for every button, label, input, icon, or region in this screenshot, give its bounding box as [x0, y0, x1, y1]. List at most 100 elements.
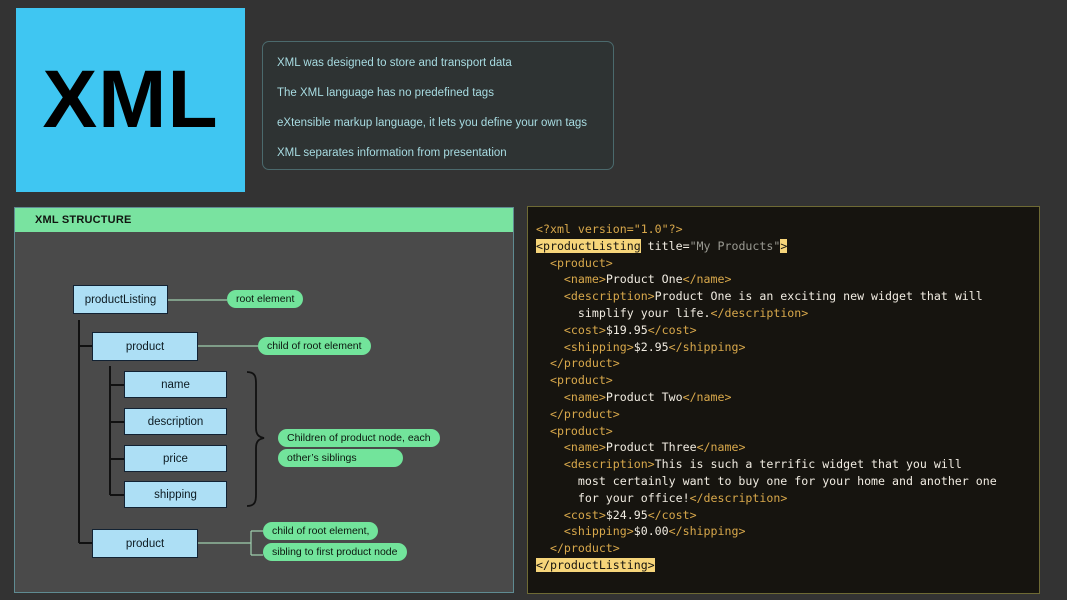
code-token: Product One: [606, 272, 683, 286]
code-line: <name>Product Two</name>: [536, 389, 1029, 406]
code-line: for your office!</description>: [536, 490, 1029, 507]
code-token: </description>: [711, 306, 809, 320]
tree-node-label: product: [126, 341, 164, 353]
code-token: <product>: [550, 256, 613, 270]
code-token: Product Three: [606, 440, 697, 454]
code-token: <cost>: [564, 508, 606, 522]
code-token: Product Two: [606, 390, 683, 404]
code-token: <productListing: [536, 239, 641, 253]
code-line: <name>Product One</name>: [536, 271, 1029, 288]
tree-node-label: name: [161, 379, 190, 391]
code-token: <name>: [564, 390, 606, 404]
code-token: </product>: [550, 541, 620, 555]
code-token: <shipping>: [564, 524, 634, 538]
code-line: <description>Product One is an exciting …: [536, 288, 1029, 305]
annotation-label: other’s siblings: [287, 452, 357, 464]
code-token: <description>: [564, 457, 655, 471]
fact-item: eXtensible markup language, it lets you …: [277, 118, 599, 130]
code-token: $24.95: [606, 508, 648, 522]
code-line: simplify your life.</description>: [536, 305, 1029, 322]
code-line: most certainly want to buy one for your …: [536, 473, 1029, 490]
code-token: for your office!: [578, 491, 690, 505]
code-token: Product One is an exciting new widget th…: [655, 289, 983, 303]
xml-structure-panel: XML STRUCTURE: [14, 207, 514, 593]
tree-node-price[interactable]: price: [124, 445, 227, 472]
annotation-children-siblings-line2: other’s siblings: [278, 449, 403, 467]
code-token: "My Products": [690, 239, 781, 253]
fact-item: The XML language has no predefined tags: [277, 88, 599, 100]
tree-node-label: product: [126, 538, 164, 550]
code-token: <?xml version="1.0"?>: [536, 222, 683, 236]
code-token: </description>: [690, 491, 788, 505]
code-token: </shipping>: [669, 340, 746, 354]
annotation-child-of-root: child of root element: [258, 337, 371, 355]
code-line: <cost>$19.95</cost>: [536, 322, 1029, 339]
code-token: </name>: [683, 390, 732, 404]
annotation-root-element: root element: [227, 290, 303, 308]
code-token: </cost>: [648, 323, 697, 337]
code-token: </name>: [697, 440, 746, 454]
tree-node-label: productListing: [85, 294, 157, 306]
annotation-second-product-line1: child of root element,: [263, 522, 378, 540]
annotation-second-product-line2: sibling to first product node: [263, 543, 407, 561]
code-token: $19.95: [606, 323, 648, 337]
xml-code-panel[interactable]: <?xml version="1.0"?> <productListing tit…: [527, 206, 1040, 594]
code-line: <product>: [536, 372, 1029, 389]
xml-facts-box: XML was designed to store and transport …: [262, 41, 614, 170]
code-line: <shipping>$0.00</shipping>: [536, 523, 1029, 540]
tree-node-description[interactable]: description: [124, 408, 227, 435]
code-token: </name>: [683, 272, 732, 286]
code-line: </productListing>: [536, 557, 1029, 574]
code-token: <cost>: [564, 323, 606, 337]
code-token: >: [780, 239, 787, 253]
annotation-label: child of root element: [267, 340, 362, 352]
annotation-label: root element: [236, 293, 294, 305]
code-line: <product>: [536, 423, 1029, 440]
code-token: <product>: [550, 424, 613, 438]
tree-node-label: price: [163, 453, 188, 465]
code-line: </product>: [536, 355, 1029, 372]
code-line: <productListing title="My Products">: [536, 238, 1029, 255]
annotation-label: child of root element,: [272, 525, 369, 537]
structure-panel-title: XML STRUCTURE: [35, 214, 132, 226]
annotation-label: sibling to first product node: [272, 546, 398, 558]
code-token: simplify your life.: [578, 306, 711, 320]
code-token: </shipping>: [669, 524, 746, 538]
code-token: </product>: [550, 407, 620, 421]
code-token: <name>: [564, 272, 606, 286]
code-token: $2.95: [634, 340, 669, 354]
code-token: <name>: [564, 440, 606, 454]
code-token: </product>: [550, 356, 620, 370]
code-line: </product>: [536, 540, 1029, 557]
tree-node-label: shipping: [154, 489, 197, 501]
tree-node-product-first[interactable]: product: [92, 332, 198, 361]
tree-node-name[interactable]: name: [124, 371, 227, 398]
code-line: <description>This is such a terrific wid…: [536, 456, 1029, 473]
page-root: XML XML was designed to store and transp…: [0, 0, 1067, 600]
code-line: <name>Product Three</name>: [536, 439, 1029, 456]
fact-item: XML separates information from presentat…: [277, 148, 599, 160]
code-token: <shipping>: [564, 340, 634, 354]
structure-panel-header: XML STRUCTURE: [15, 208, 513, 232]
code-token: </cost>: [648, 508, 697, 522]
annotation-label: Children of product node, each: [287, 432, 431, 444]
code-token: <product>: [550, 373, 613, 387]
fact-item: XML was designed to store and transport …: [277, 58, 599, 70]
tree-node-productlisting[interactable]: productListing: [73, 285, 168, 314]
code-line: </product>: [536, 406, 1029, 423]
code-token: title=: [641, 239, 690, 253]
xml-logo-text: XML: [42, 59, 218, 141]
code-line: <cost>$24.95</cost>: [536, 507, 1029, 524]
tree-node-product-second[interactable]: product: [92, 529, 198, 558]
code-token: most certainly want to buy one for your …: [578, 474, 997, 488]
code-line: <shipping>$2.95</shipping>: [536, 339, 1029, 356]
code-line: <?xml version="1.0"?>: [536, 221, 1029, 238]
code-token: $0.00: [634, 524, 669, 538]
xml-tree-diagram: productListing product name description …: [15, 232, 513, 593]
xml-logo: XML: [16, 8, 245, 192]
annotation-children-siblings-line1: Children of product node, each: [278, 429, 440, 447]
xml-code-block: <?xml version="1.0"?> <productListing tit…: [536, 221, 1029, 574]
code-token: </productListing>: [536, 558, 655, 572]
tree-node-shipping[interactable]: shipping: [124, 481, 227, 508]
tree-node-label: description: [148, 416, 204, 428]
